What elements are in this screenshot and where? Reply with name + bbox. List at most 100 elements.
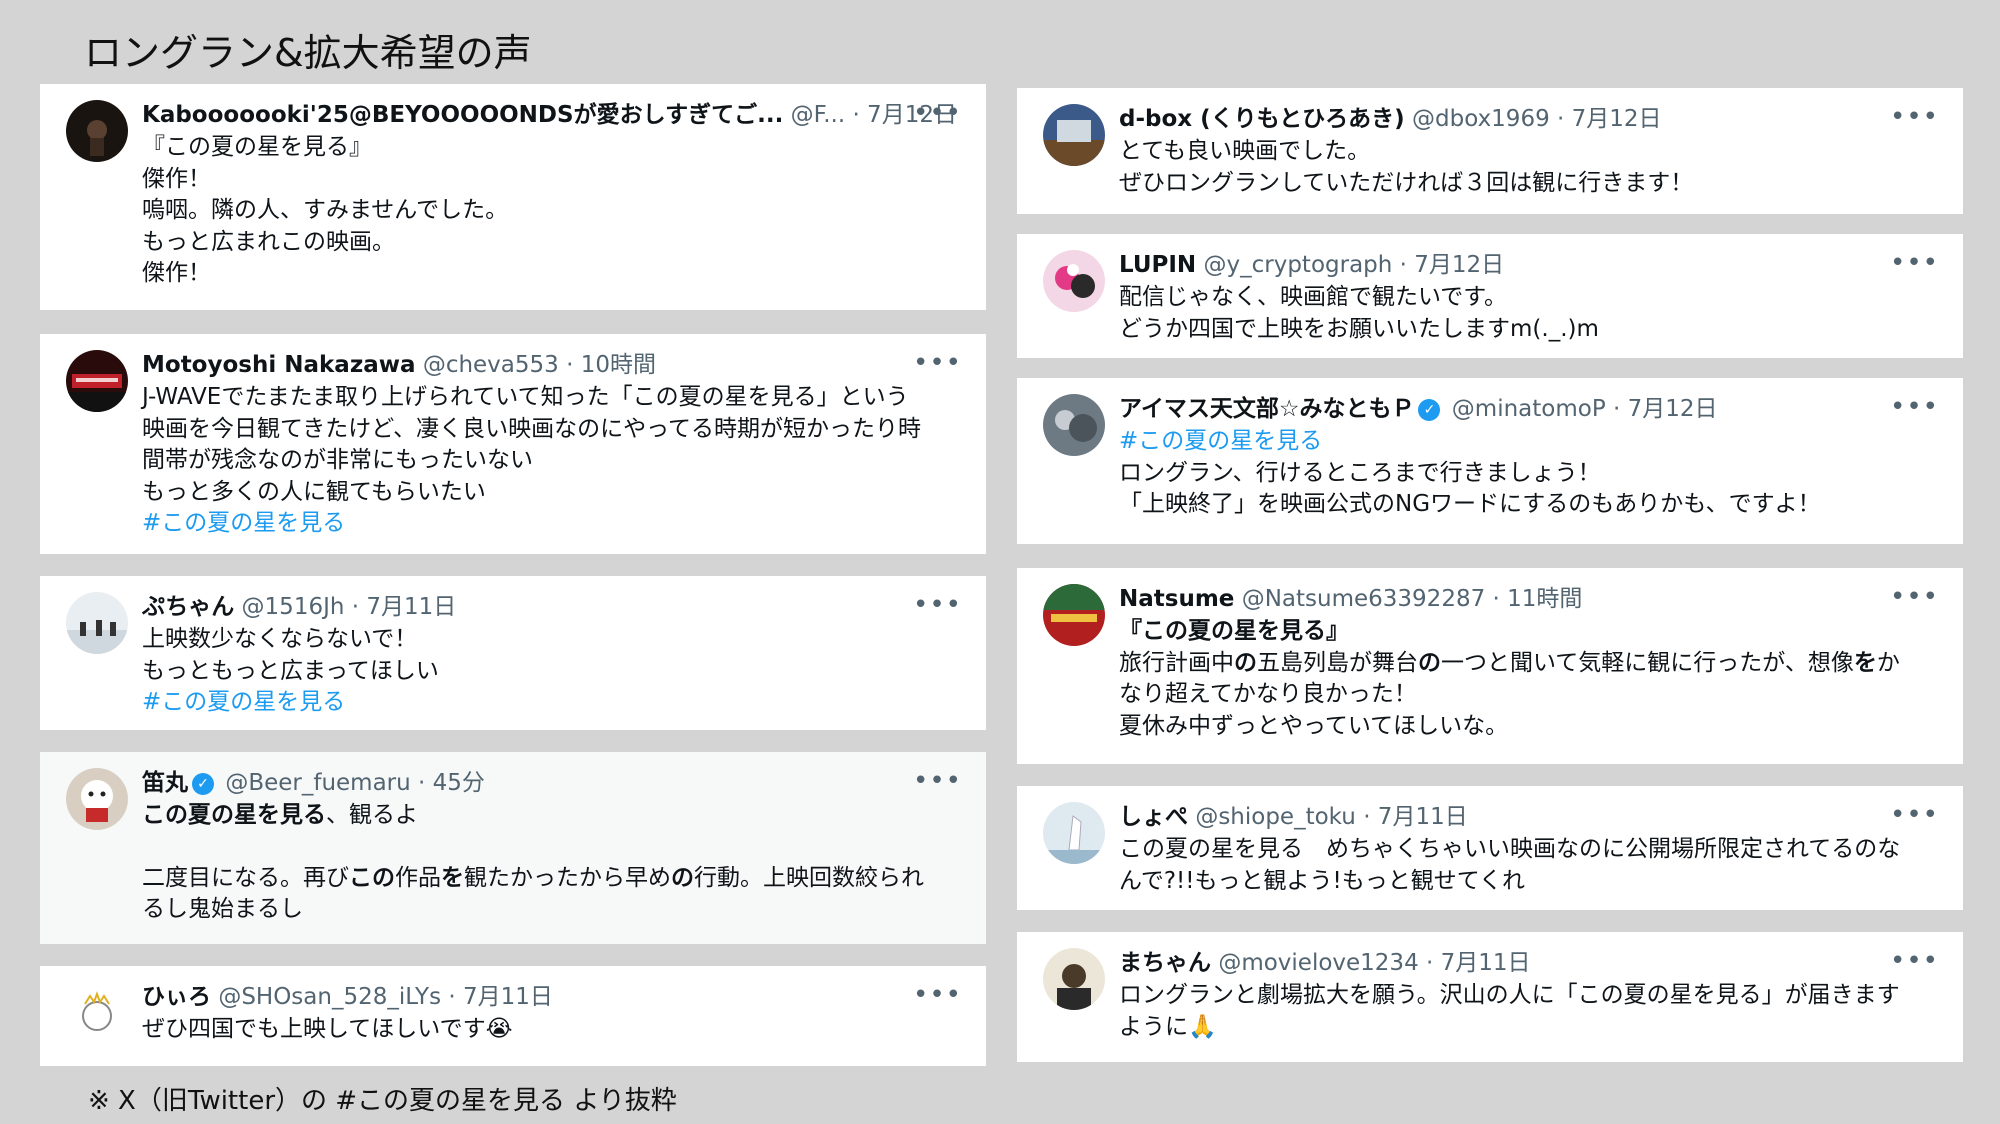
- tweet-text: 嗚咽。隣の人、すみませんでした。: [142, 197, 509, 223]
- avatar[interactable]: [66, 100, 128, 162]
- more-options-icon[interactable]: •••: [913, 766, 962, 796]
- text-segment: か: [1876, 649, 1900, 676]
- tweet-text: ように🙏: [1119, 1013, 1217, 1040]
- hashtag-link[interactable]: #この夏の星を見る: [1119, 426, 1943, 458]
- avatar[interactable]: [1043, 948, 1105, 1010]
- tweet-text: 夏休み中ずっとやっていてほしいな。: [1119, 712, 1509, 739]
- tweet-text: 傑作！: [142, 260, 211, 286]
- timestamp[interactable]: · 7月11日: [352, 594, 457, 620]
- text-segment: 二度目になる。再び: [142, 864, 349, 891]
- tweet-card[interactable]: ••• ひぃろ @SHOsan_528_iLYs · 7月11日 ぜひ四国でも上…: [40, 966, 986, 1066]
- avatar[interactable]: [66, 350, 128, 412]
- tweet-text: 『この夏の星を見る』: [1119, 618, 1349, 644]
- user-handle[interactable]: @SHOsan_528_iLYs: [218, 984, 441, 1010]
- tweet-text: 二度目になる。再びこの作品を観たかったから早めの行動。上映回数絞られ: [142, 863, 966, 895]
- tweet-text: 『この夏の星を見る』: [142, 134, 372, 160]
- tweet-text: んで?!!もっと観よう!もっと観せてくれ: [1119, 867, 1526, 894]
- verified-badge-icon: ✓: [1418, 398, 1441, 421]
- tweet-card[interactable]: ••• アイマス天文部☆みなともＰ ✓ @minatomoP · 7月12日 #こ…: [1017, 378, 1963, 544]
- display-name[interactable]: Motoyoshi Nakazawa: [142, 352, 416, 378]
- user-handle[interactable]: @1516Jh: [242, 594, 345, 620]
- display-name[interactable]: d-box (くりもとひろあき): [1119, 106, 1405, 132]
- user-handle[interactable]: @minatomoP: [1452, 396, 1606, 422]
- more-options-icon[interactable]: •••: [913, 348, 962, 378]
- display-name[interactable]: Natsume: [1119, 586, 1234, 612]
- user-handle[interactable]: @Beer_fuemaru: [225, 770, 410, 796]
- avatar[interactable]: [1043, 802, 1105, 864]
- tweet-text: もっともっと広まってほしい: [142, 657, 439, 684]
- tweet-text: なり超えてかなり良かった！: [1119, 681, 1417, 707]
- display-name[interactable]: ぷちゃん: [142, 594, 234, 620]
- avatar[interactable]: [66, 982, 128, 1044]
- timestamp[interactable]: · 45分: [418, 770, 485, 796]
- user-handle[interactable]: @F...: [791, 102, 845, 128]
- user-handle[interactable]: @movielove1234: [1218, 950, 1418, 976]
- text-segment: 旅行計画中: [1119, 649, 1234, 676]
- more-options-icon[interactable]: •••: [1890, 248, 1939, 278]
- avatar[interactable]: [66, 768, 128, 830]
- bold-keyword: の: [671, 864, 694, 891]
- hashtag-link[interactable]: #この夏の星を見る: [142, 508, 966, 540]
- tweet-card[interactable]: ••• Kabooooooki'25@BEYOOOOONDSが愛おしすぎてご..…: [40, 84, 986, 310]
- verified-badge-icon: ✓: [192, 772, 214, 795]
- user-handle[interactable]: @shiope_toku: [1195, 804, 1356, 830]
- user-handle[interactable]: @cheva553: [423, 352, 559, 378]
- tweet-card[interactable]: ••• 笛丸 ✓ @Beer_fuemaru · 45分 この夏の星を見る、観るよ…: [40, 752, 986, 944]
- bold-keyword: の: [1234, 649, 1257, 676]
- tweet-card[interactable]: ••• ぷちゃん @1516Jh · 7月11日 上映数少なくならないで！ もっ…: [40, 576, 986, 730]
- more-options-icon[interactable]: •••: [913, 980, 962, 1010]
- tweet-card[interactable]: ••• しょぺ @shiope_toku · 7月11日 この夏の星を見る めち…: [1017, 786, 1963, 910]
- tweet-card[interactable]: ••• まちゃん @movielove1234 · 7月11日 ロングランと劇場…: [1017, 932, 1963, 1062]
- more-options-icon[interactable]: •••: [913, 98, 962, 128]
- avatar[interactable]: [1043, 104, 1105, 166]
- tweet-text: どうか四国で上映をお願いいたしますm(._.)m: [1119, 315, 1599, 342]
- timestamp[interactable]: · 7月11日: [1363, 804, 1468, 830]
- timestamp[interactable]: · 7月11日: [448, 984, 553, 1010]
- tweet-text: 「上映終了」を映画公式のNGワードにするのもありかも、ですよ！: [1119, 491, 1821, 517]
- more-options-icon[interactable]: •••: [1890, 582, 1939, 612]
- text-segment: 行動。上映回数絞られ: [694, 864, 924, 891]
- bold-keyword: の: [1418, 649, 1441, 676]
- user-handle[interactable]: @y_cryptograph: [1204, 252, 1393, 278]
- avatar[interactable]: [1043, 250, 1105, 312]
- timestamp[interactable]: · 11時間: [1493, 586, 1583, 612]
- timestamp[interactable]: · 7月12日: [1557, 106, 1662, 132]
- display-name[interactable]: アイマス天文部☆みなともＰ: [1119, 396, 1414, 422]
- more-options-icon[interactable]: •••: [1890, 102, 1939, 132]
- display-name[interactable]: しょぺ: [1119, 804, 1188, 830]
- avatar[interactable]: [1043, 584, 1105, 646]
- more-options-icon[interactable]: •••: [1890, 800, 1939, 830]
- timestamp[interactable]: · 7月11日: [1426, 950, 1531, 976]
- tweet-text: ぜひロングランしていただければ３回は観に行きます！: [1119, 169, 1694, 196]
- tweet-card[interactable]: ••• d-box (くりもとひろあき) @dbox1969 · 7月12日 と…: [1017, 88, 1963, 214]
- tweet-text: もっと広まれこの映画。: [142, 228, 395, 255]
- bold-keyword: この夏の星を見る: [142, 802, 326, 828]
- display-name[interactable]: まちゃん: [1119, 950, 1211, 976]
- avatar[interactable]: [66, 592, 128, 654]
- tweet-card[interactable]: ••• Motoyoshi Nakazawa @cheva553 · 10時間 …: [40, 334, 986, 554]
- display-name[interactable]: ひぃろ: [142, 984, 211, 1010]
- avatar[interactable]: [1043, 394, 1105, 456]
- display-name[interactable]: 笛丸: [142, 770, 188, 796]
- hashtag-link[interactable]: #この夏の星を見る: [142, 687, 966, 719]
- more-options-icon[interactable]: •••: [913, 590, 962, 620]
- bold-keyword: を: [1853, 649, 1877, 676]
- tweet-text: 映画を今日観てきたけど、凄く良い映画なのにやってる時期が短かったり時: [142, 415, 922, 442]
- user-handle[interactable]: @Natsume63392287: [1242, 586, 1486, 612]
- timestamp[interactable]: · 7月12日: [1613, 396, 1718, 422]
- more-options-icon[interactable]: •••: [1890, 946, 1939, 976]
- tweet-card[interactable]: ••• Natsume @Natsume63392287 · 11時間 『この夏…: [1017, 568, 1963, 764]
- tweet-text: 上映数少なくならないで！: [142, 626, 418, 652]
- timestamp[interactable]: · 10時間: [566, 352, 656, 378]
- user-handle[interactable]: @dbox1969: [1412, 106, 1550, 132]
- tweet-text: ぜひ四国でも上映してほしいです😭: [142, 1016, 513, 1042]
- display-name[interactable]: Kabooooooki'25@BEYOOOOONDSが愛おしすぎてご...: [142, 102, 783, 128]
- tweet-text: ロングランと劇場拡大を願う。沢山の人に「この夏の星を見る」が届きます: [1119, 982, 1900, 1008]
- tweet-text: この夏の星を見る、観るよ: [142, 800, 966, 832]
- timestamp[interactable]: · 7月12日: [1400, 252, 1505, 278]
- tweet-card[interactable]: ••• LUPIN @y_cryptograph · 7月12日 配信じゃなく、…: [1017, 234, 1963, 358]
- source-footnote: ※ X（旧Twitter）の #この夏の星を見る より抜粋: [88, 1086, 677, 1116]
- display-name[interactable]: LUPIN: [1119, 252, 1196, 278]
- more-options-icon[interactable]: •••: [1890, 392, 1939, 422]
